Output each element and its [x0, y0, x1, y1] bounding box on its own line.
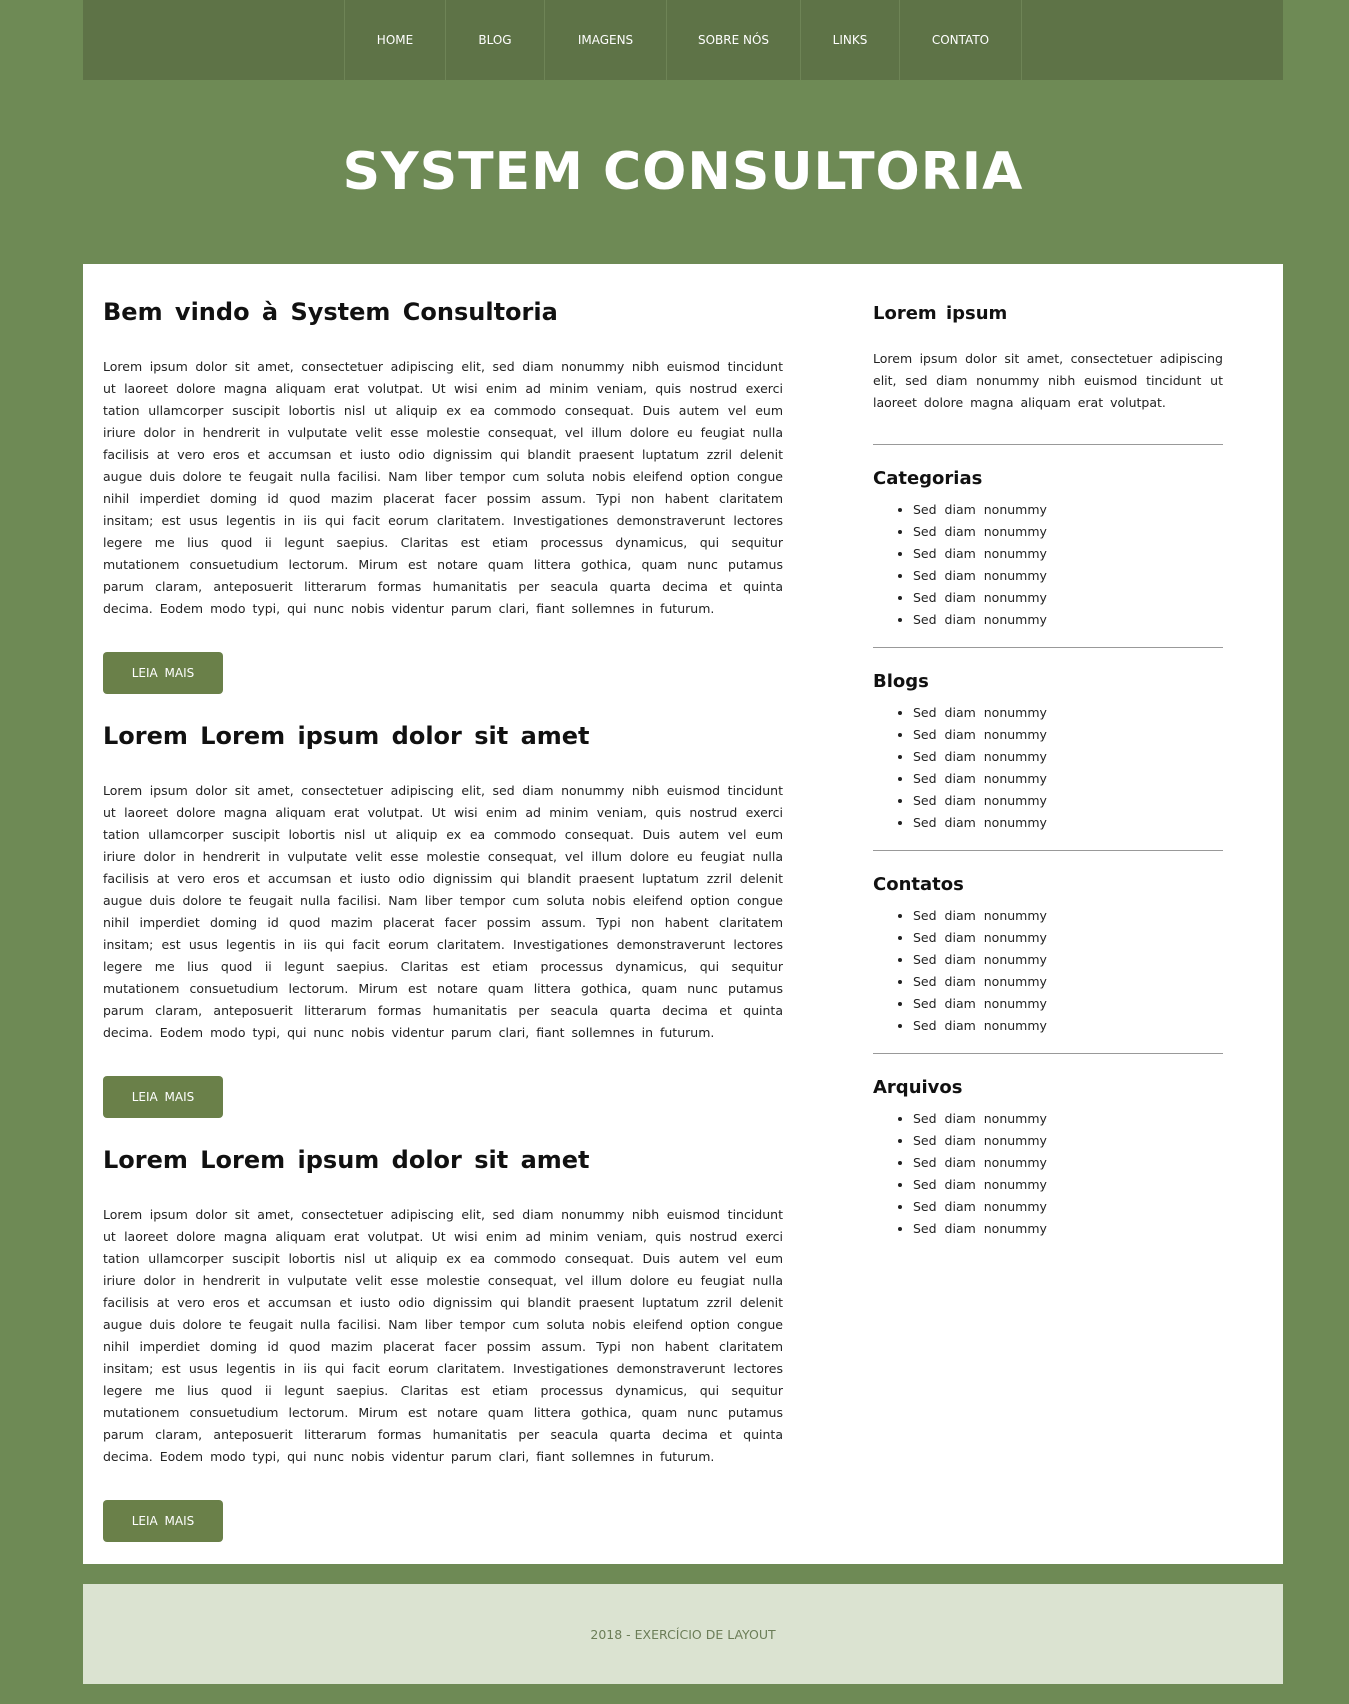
list-item[interactable]: Sed diam nonummy — [913, 724, 1223, 746]
main-nav: HOME BLOG IMAGENS SOBRE NÓS LINKS CONTAT… — [83, 0, 1283, 80]
page-wrapper: HOME BLOG IMAGENS SOBRE NÓS LINKS CONTAT… — [83, 0, 1283, 1684]
content-box: Bem vindo à System Consultoria Lorem ips… — [83, 264, 1283, 1564]
arquivos-list: Sed diam nonummy Sed diam nonummy Sed di… — [873, 1108, 1223, 1240]
nav-list: HOME BLOG IMAGENS SOBRE NÓS LINKS CONTAT… — [344, 0, 1022, 80]
nav-item-imagens: IMAGENS — [545, 0, 667, 80]
list-item[interactable]: Sed diam nonummy — [913, 971, 1223, 993]
contatos-list: Sed diam nonummy Sed diam nonummy Sed di… — [873, 905, 1223, 1037]
nav-item-links: LINKS — [801, 0, 900, 80]
nav-item-sobre-nos: SOBRE NÓS — [667, 0, 801, 80]
article-title: Bem vindo à System Consultoria — [103, 298, 558, 326]
list-item[interactable]: Sed diam nonummy — [913, 927, 1223, 949]
nav-item-contato: CONTATO — [900, 0, 1022, 80]
list-item[interactable]: Sed diam nonummy — [913, 521, 1223, 543]
list-item[interactable]: Sed diam nonummy — [913, 499, 1223, 521]
nav-link-links[interactable]: LINKS — [801, 0, 899, 80]
list-item[interactable]: Sed diam nonummy — [913, 768, 1223, 790]
article: Lorem Lorem ipsum dolor sit amet Lorem i… — [103, 1142, 783, 1566]
sidebar-about-text: Lorem ipsum dolor sit amet, consectetuer… — [873, 351, 1223, 410]
article: Lorem Lorem ipsum dolor sit amet Lorem i… — [103, 718, 783, 1142]
sidebar-contatos-title: Contatos — [873, 874, 964, 895]
divider — [873, 647, 1223, 648]
article-body: Lorem ipsum dolor sit amet, consectetuer… — [103, 783, 783, 1040]
nav-link-blog[interactable]: BLOG — [446, 0, 544, 80]
list-item[interactable]: Sed diam nonummy — [913, 1174, 1223, 1196]
sidebar-about: Lorem ipsum Lorem ipsum dolor sit amet, … — [873, 294, 1223, 445]
list-item[interactable]: Sed diam nonummy — [913, 1015, 1223, 1037]
article-body: Lorem ipsum dolor sit amet, consectetuer… — [103, 1207, 783, 1464]
sidebar-arquivos-title: Arquivos — [873, 1077, 963, 1098]
list-item[interactable]: Sed diam nonummy — [913, 1218, 1223, 1240]
list-item[interactable]: Sed diam nonummy — [913, 905, 1223, 927]
article-body: Lorem ipsum dolor sit amet, consectetuer… — [103, 359, 783, 616]
divider — [873, 850, 1223, 851]
list-item[interactable]: Sed diam nonummy — [913, 949, 1223, 971]
article-title: Lorem Lorem ipsum dolor sit amet — [103, 1146, 590, 1174]
nav-link-contato[interactable]: CONTATO — [900, 0, 1021, 80]
footer: 2018 - EXERCÍCIO DE LAYOUT — [83, 1584, 1283, 1684]
divider — [873, 1053, 1223, 1054]
list-item[interactable]: Sed diam nonummy — [913, 587, 1223, 609]
list-item[interactable]: Sed diam nonummy — [913, 993, 1223, 1015]
read-more-button[interactable]: LEIA MAIS — [103, 1500, 223, 1542]
sidebar-contatos: Contatos Sed diam nonummy Sed diam nonum… — [873, 865, 1223, 1054]
list-item[interactable]: Sed diam nonummy — [913, 1152, 1223, 1174]
list-item[interactable]: Sed diam nonummy — [913, 746, 1223, 768]
nav-item-blog: BLOG — [446, 0, 545, 80]
sidebar-blogs-title: Blogs — [873, 671, 929, 692]
nav-item-home: HOME — [345, 0, 446, 80]
sidebar-blogs: Blogs Sed diam nonummy Sed diam nonummy … — [873, 662, 1223, 851]
footer-text: 2018 - EXERCÍCIO DE LAYOUT — [590, 1626, 776, 1642]
divider — [873, 444, 1223, 445]
categorias-list: Sed diam nonummy Sed diam nonummy Sed di… — [873, 499, 1223, 631]
list-item[interactable]: Sed diam nonummy — [913, 609, 1223, 631]
list-item[interactable]: Sed diam nonummy — [913, 812, 1223, 834]
list-item[interactable]: Sed diam nonummy — [913, 1196, 1223, 1218]
main-column: Bem vindo à System Consultoria Lorem ips… — [103, 294, 783, 1566]
list-item[interactable]: Sed diam nonummy — [913, 790, 1223, 812]
list-item[interactable]: Sed diam nonummy — [913, 1130, 1223, 1152]
nav-link-imagens[interactable]: IMAGENS — [545, 0, 666, 80]
read-more-button[interactable]: LEIA MAIS — [103, 652, 223, 694]
sidebar: Lorem ipsum Lorem ipsum dolor sit amet, … — [873, 294, 1223, 1256]
sidebar-categorias-title: Categorias — [873, 468, 983, 489]
list-item[interactable]: Sed diam nonummy — [913, 565, 1223, 587]
list-item[interactable]: Sed diam nonummy — [913, 702, 1223, 724]
list-item[interactable]: Sed diam nonummy — [913, 1108, 1223, 1130]
nav-link-sobre-nos[interactable]: SOBRE NÓS — [667, 0, 800, 80]
blogs-list: Sed diam nonummy Sed diam nonummy Sed di… — [873, 702, 1223, 834]
list-item[interactable]: Sed diam nonummy — [913, 543, 1223, 565]
sidebar-about-title: Lorem ipsum — [873, 303, 1008, 324]
nav-link-home[interactable]: HOME — [345, 0, 445, 80]
read-more-button[interactable]: LEIA MAIS — [103, 1076, 223, 1118]
sidebar-categorias: Categorias Sed diam nonummy Sed diam non… — [873, 459, 1223, 648]
site-title: SYSTEM CONSULTORIA — [342, 142, 1024, 202]
sidebar-arquivos: Arquivos Sed diam nonummy Sed diam nonum… — [873, 1068, 1223, 1240]
article: Bem vindo à System Consultoria Lorem ips… — [103, 294, 783, 718]
article-title: Lorem Lorem ipsum dolor sit amet — [103, 722, 590, 750]
